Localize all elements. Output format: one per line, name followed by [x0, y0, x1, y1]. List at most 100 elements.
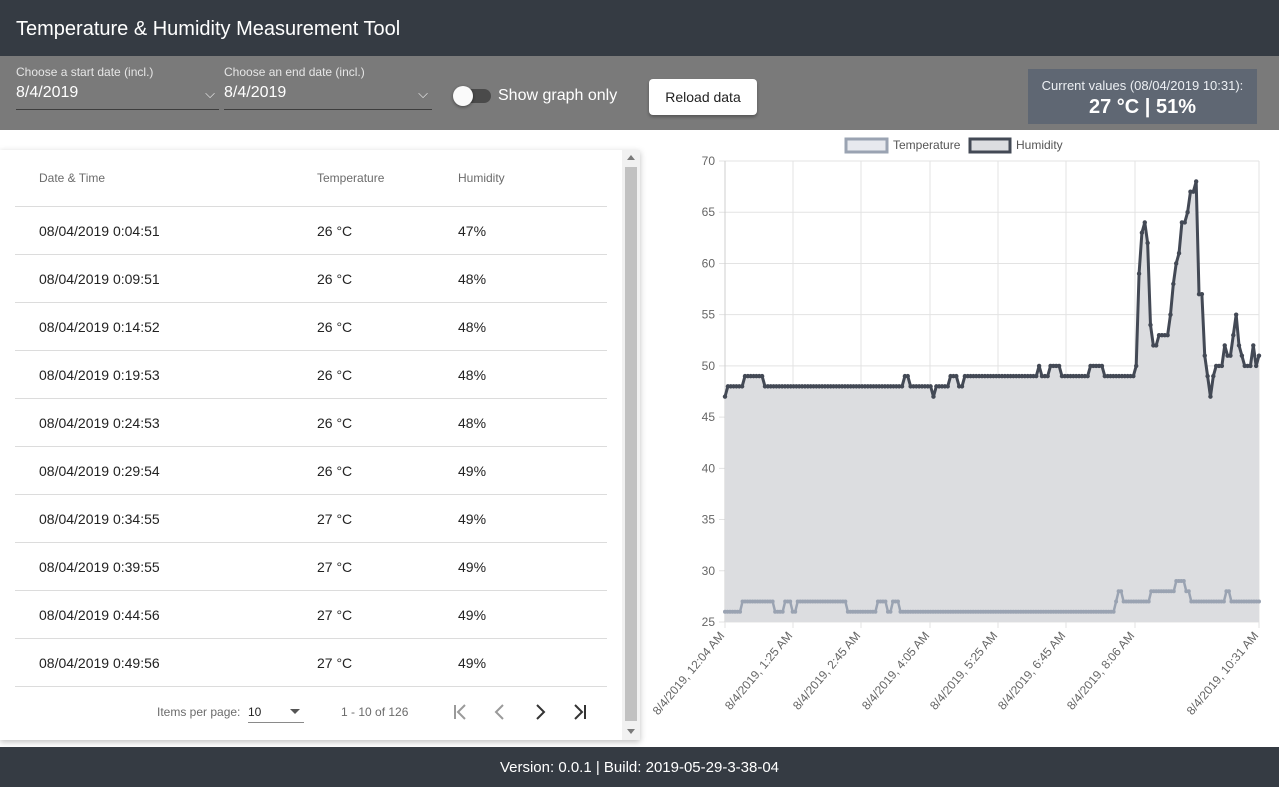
header-humidity[interactable]: Humidity — [458, 171, 505, 185]
y-tick-label: 70 — [702, 154, 716, 168]
x-tick-label: 8/4/2019, 12:04 AM — [650, 629, 727, 718]
legend-swatch-temperature[interactable] — [844, 137, 889, 154]
show-graph-only-toggle[interactable] — [453, 86, 491, 106]
y-tick-label: 65 — [702, 205, 716, 219]
humidity-point — [1131, 373, 1136, 379]
table-row: 08/04/2019 0:29:54 26 °C 49% — [15, 447, 607, 495]
legend-label-humidity[interactable]: Humidity — [1016, 138, 1063, 152]
first-page-icon[interactable] — [448, 700, 472, 724]
humidity-point — [1228, 353, 1233, 358]
table-header-row: Date & Time Temperature Humidity — [15, 150, 607, 207]
temperature-point — [1221, 599, 1226, 604]
temperature-point — [1257, 599, 1261, 604]
table-row: 08/04/2019 0:49:56 27 °C 49% — [15, 639, 607, 687]
humidity-point — [1085, 373, 1090, 379]
temperature-point — [1226, 589, 1231, 594]
chevron-down-icon[interactable]: ⌵ — [418, 86, 428, 102]
scrollbar-thumb[interactable] — [625, 167, 637, 721]
start-date-field[interactable]: Choose a start date (incl.) 8/4/2019 ⌵ — [16, 64, 219, 110]
x-tick-label: 8/4/2019, 8:06 AM — [1064, 629, 1137, 713]
cell-temperature: 27 °C — [317, 655, 353, 671]
humidity-point — [1142, 220, 1147, 225]
chevron-right-icon[interactable] — [528, 700, 552, 724]
scroll-down-arrow-icon[interactable] — [627, 729, 635, 734]
humidity-point — [1171, 281, 1176, 287]
cell-humidity: 49% — [458, 511, 487, 527]
app-footer: Version: 0.0.1 | Build: 2019-05-29-3-38-… — [0, 747, 1279, 787]
chevron-down-icon[interactable]: ⌵ — [205, 86, 215, 102]
humidity-point — [1211, 373, 1216, 379]
humidity-point — [1036, 363, 1042, 369]
humidity-point — [1185, 210, 1190, 215]
temperature-point — [793, 609, 798, 614]
x-tick-label: 8/4/2019, 1:25 AM — [722, 629, 795, 713]
header-date-time[interactable]: Date & Time — [39, 171, 105, 185]
x-tick-label: 8/4/2019, 2:45 AM — [790, 629, 863, 713]
humidity-point — [1222, 343, 1227, 348]
table-scrollbar[interactable] — [622, 150, 640, 740]
humidity-point — [1251, 343, 1256, 348]
scroll-up-arrow-icon[interactable] — [627, 155, 635, 160]
legend-swatch-humidity[interactable] — [968, 137, 1012, 154]
temperature-point — [895, 599, 900, 604]
cell-humidity: 48% — [458, 415, 487, 431]
show-graph-only-label[interactable]: Show graph only — [498, 87, 617, 105]
end-date-value[interactable]: 8/4/2019 — [224, 84, 286, 102]
temperature-point — [780, 609, 785, 614]
last-page-icon[interactable] — [568, 700, 592, 724]
humidity-point — [1139, 230, 1145, 235]
cell-date-time: 08/04/2019 0:04:51 — [39, 223, 160, 239]
humidity-point — [1045, 373, 1050, 379]
temperature-point — [1146, 599, 1151, 604]
humidity-point — [1136, 271, 1142, 276]
humidity-point — [1231, 332, 1236, 338]
first-page-button[interactable] — [448, 700, 472, 724]
y-tick-label: 60 — [702, 256, 716, 270]
dropdown-caret-icon[interactable] — [290, 709, 300, 714]
chevron-left-icon[interactable] — [488, 700, 512, 724]
table-row: 08/04/2019 0:34:55 27 °C 49% — [15, 495, 607, 543]
humidity-point — [1205, 373, 1210, 379]
previous-page-button[interactable] — [488, 700, 512, 724]
last-page-button[interactable] — [568, 700, 592, 724]
humidity-point — [1239, 353, 1245, 358]
temperature-point — [888, 609, 893, 614]
header-temperature[interactable]: Temperature — [317, 171, 384, 185]
cell-date-time: 08/04/2019 0:34:55 — [39, 511, 160, 527]
x-tick-label: 8/4/2019, 5:25 AM — [927, 629, 1000, 713]
cell-temperature: 27 °C — [317, 511, 353, 527]
table-row: 08/04/2019 0:24:53 26 °C 48% — [15, 399, 607, 447]
items-per-page-value[interactable]: 10 — [248, 705, 261, 719]
humidity-point — [954, 373, 959, 379]
cell-temperature: 26 °C — [317, 367, 353, 383]
cell-humidity: 49% — [458, 559, 487, 575]
cell-temperature: 26 °C — [317, 319, 353, 335]
y-tick-label: 25 — [702, 615, 716, 629]
humidity-point — [899, 384, 905, 389]
next-page-button[interactable] — [528, 700, 552, 724]
humidity-point — [1191, 189, 1196, 194]
current-values-label: Current values (08/04/2019 10:31): — [1041, 78, 1244, 93]
cell-temperature: 26 °C — [317, 271, 353, 287]
end-date-field[interactable]: Choose an end date (incl.) 8/4/2019 ⌵ — [224, 64, 432, 110]
humidity-point — [1236, 343, 1242, 348]
y-tick-label: 45 — [702, 410, 716, 424]
humidity-point — [1208, 394, 1213, 399]
humidity-point — [759, 373, 765, 379]
humidity-point — [1145, 240, 1150, 246]
cell-temperature: 26 °C — [317, 415, 353, 431]
start-date-value[interactable]: 8/4/2019 — [16, 84, 78, 102]
y-tick-label: 55 — [702, 308, 716, 322]
items-per-page-select[interactable]: 10 — [248, 700, 304, 723]
measurement-chart: 25 30 35 40 45 50 55 60 65 70 8/4/2019, 12:04 AM 8/… — [650, 132, 1279, 746]
temperature-point — [1186, 589, 1191, 594]
start-date-label: Choose a start date (incl.) — [16, 65, 154, 79]
table-row: 08/04/2019 0:19:53 26 °C 48% — [15, 351, 607, 399]
temperature-point — [883, 599, 888, 604]
cell-humidity: 49% — [458, 607, 487, 623]
legend-label-temperature[interactable]: Temperature — [893, 138, 961, 152]
toggle-thumb[interactable] — [453, 86, 473, 106]
temperature-point — [843, 599, 848, 604]
reload-data-button[interactable]: Reload data — [649, 79, 757, 115]
measurements-table: Date & Time Temperature Humidity 08/04/2… — [0, 150, 640, 740]
